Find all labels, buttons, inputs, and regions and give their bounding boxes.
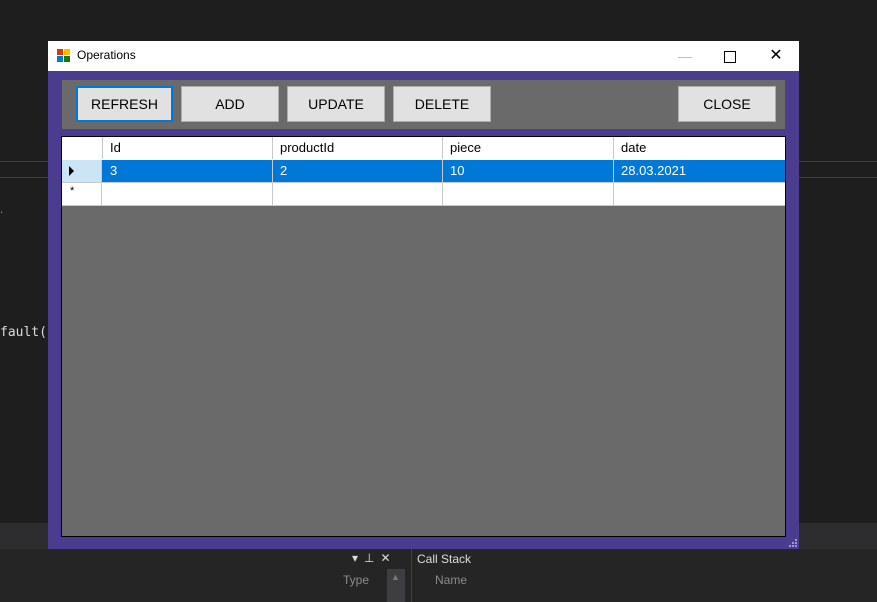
row-header[interactable] xyxy=(62,160,102,182)
row-header-corner[interactable] xyxy=(62,137,103,159)
cell-date[interactable] xyxy=(614,183,785,205)
call-stack-title[interactable]: Call Stack xyxy=(417,552,471,566)
current-row-icon xyxy=(69,166,74,176)
toolbar: REFRESH ADD UPDATE DELETE CLOSE xyxy=(62,80,785,129)
add-button[interactable]: ADD xyxy=(181,86,279,122)
ide-divider xyxy=(0,161,48,162)
operations-window: Operations — ✕ REFRESH ADD UPDATE DELETE… xyxy=(48,41,799,549)
delete-button[interactable]: DELETE xyxy=(393,86,491,122)
data-grid[interactable]: Id productId piece date 3 2 10 28.03.202… xyxy=(61,136,786,537)
column-type-header[interactable]: Type xyxy=(343,573,369,587)
ide-code-line: fault( xyxy=(0,325,47,340)
cell-id[interactable] xyxy=(103,183,273,205)
new-row[interactable]: * xyxy=(62,183,785,206)
close-button[interactable]: CLOSE xyxy=(678,86,776,122)
close-icon: ✕ xyxy=(769,47,783,64)
scroll-up-icon[interactable]: ▲ xyxy=(391,572,400,582)
grid-header: Id productId piece date xyxy=(62,137,785,161)
maximize-button[interactable] xyxy=(707,41,753,71)
column-header-id[interactable]: Id xyxy=(103,137,273,159)
column-header-piece[interactable]: piece xyxy=(443,137,614,159)
column-header-productid[interactable]: productId xyxy=(273,137,443,159)
minimize-button[interactable]: — xyxy=(662,41,708,71)
cell-productid[interactable]: 2 xyxy=(273,160,443,182)
title-bar[interactable]: Operations — ✕ xyxy=(48,41,799,71)
cell-piece[interactable]: 10 xyxy=(443,160,614,182)
app-icon xyxy=(57,49,71,63)
ide-divider xyxy=(0,177,48,178)
table-row[interactable]: 3 2 10 28.03.2021 xyxy=(62,160,785,183)
maximize-icon xyxy=(724,51,736,64)
close-window-button[interactable]: ✕ xyxy=(753,41,799,71)
window-title: Operations xyxy=(77,48,136,62)
ide-divider xyxy=(799,161,877,162)
cell-id[interactable]: 3 xyxy=(103,160,273,182)
resize-grip-icon[interactable] xyxy=(789,539,797,547)
close-icon[interactable]: ✕ xyxy=(380,551,390,565)
minimize-icon: — xyxy=(678,48,692,64)
row-header[interactable]: * xyxy=(62,183,102,205)
cell-productid[interactable] xyxy=(273,183,443,205)
ide-divider xyxy=(799,177,877,178)
refresh-button[interactable]: REFRESH xyxy=(76,86,173,122)
cell-date[interactable]: 28.03.2021 xyxy=(614,160,785,182)
new-row-icon: * xyxy=(70,185,75,197)
panel-separator xyxy=(411,548,412,602)
panel-tool-buttons: ▾ ⊥ ✕ xyxy=(352,551,397,565)
pin-icon[interactable]: ⊥ xyxy=(364,551,374,565)
update-button[interactable]: UPDATE xyxy=(287,86,385,122)
cell-piece[interactable] xyxy=(443,183,614,205)
column-name-header[interactable]: Name xyxy=(435,573,467,587)
dropdown-icon[interactable]: ▾ xyxy=(352,551,358,565)
ide-code-dot: . xyxy=(0,205,4,216)
column-header-date[interactable]: date xyxy=(614,137,785,159)
